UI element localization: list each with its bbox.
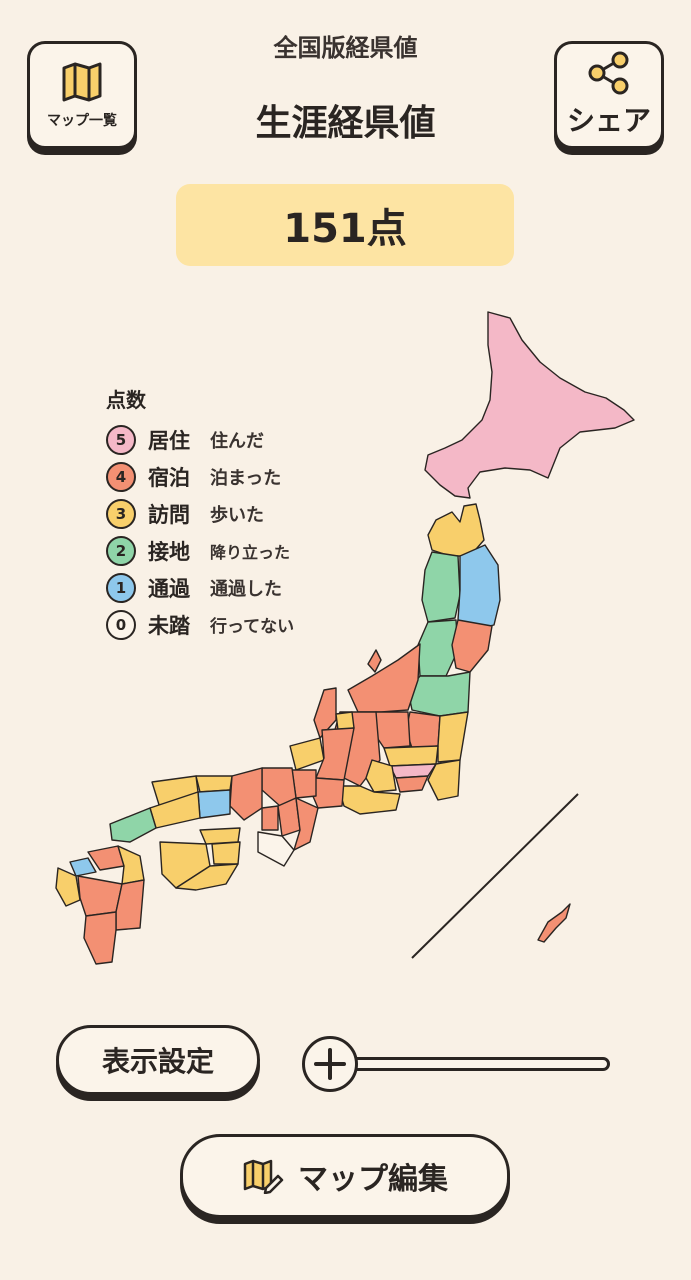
- legend-item: 3 訪問 歩いた: [106, 495, 294, 532]
- pref-akita: [421, 551, 461, 623]
- display-settings-button[interactable]: 表示設定: [56, 1025, 260, 1095]
- legend-badge: 1: [106, 572, 136, 603]
- pref-saga: [69, 857, 97, 877]
- score-legend: 点数 5 居住 住んだ 4 宿泊 泊まった 3 訪問 歩いた 2 接地 降り立っ…: [106, 384, 294, 643]
- legend-badge: 3: [106, 498, 136, 529]
- pref-tokyo: [389, 763, 437, 779]
- pref-saitama: [383, 745, 439, 767]
- pref-kagawa: [199, 827, 241, 845]
- legend-badge: 0: [106, 609, 136, 640]
- legend-name: 接地: [148, 539, 190, 564]
- pref-okinawa: [537, 903, 571, 943]
- pref-niigata-sado: [367, 649, 382, 673]
- pref-hyogo: [229, 767, 263, 821]
- zoom-plus-icon[interactable]: [302, 1036, 358, 1092]
- pref-tochigi: [405, 711, 441, 749]
- legend-desc: 住んだ: [210, 430, 264, 452]
- legend-badge: 4: [106, 461, 136, 492]
- legend-name: 未踏: [148, 613, 190, 638]
- pref-kanagawa: [395, 775, 429, 793]
- okinawa-separator: [411, 793, 579, 959]
- pref-miyagi: [451, 619, 493, 673]
- share-button[interactable]: シェア: [554, 41, 664, 149]
- legend-item: 1 通過 通過した: [106, 569, 294, 606]
- zoom-track[interactable]: [342, 1057, 610, 1071]
- legend-desc: 歩いた: [210, 504, 264, 526]
- legend-title: 点数: [106, 388, 146, 412]
- pref-okayama: [197, 789, 231, 819]
- map-edit-icon: [243, 1159, 284, 1194]
- legend-item: 0 未踏 行ってない: [106, 606, 294, 643]
- legend-name: 宿泊: [148, 465, 190, 490]
- pref-wakayama: [257, 831, 295, 867]
- legend-name: 居住: [148, 428, 190, 453]
- display-settings-label: 表示設定: [101, 1045, 214, 1078]
- legend-badge: 5: [106, 424, 136, 455]
- pref-osaka: [261, 805, 279, 831]
- map-edit-button[interactable]: マップ編集: [180, 1134, 510, 1218]
- map-edit-label: マップ編集: [298, 1162, 448, 1197]
- legend-desc: 行ってない: [210, 617, 295, 637]
- legend-item: 2 接地 降り立った: [106, 532, 294, 569]
- pref-niigata: [347, 643, 421, 713]
- japan-map[interactable]: [0, 290, 691, 990]
- pref-ibaraki: [437, 711, 469, 763]
- pref-aomori: [427, 503, 485, 557]
- legend-item: 5 居住 住んだ: [106, 421, 294, 458]
- legend-name: 通過: [148, 576, 190, 601]
- share-icon: [588, 51, 629, 95]
- pref-kumamoto: [77, 875, 123, 917]
- legend-desc: 通過した: [210, 578, 282, 600]
- legend-badge: 2: [106, 535, 136, 566]
- legend-name: 訪問: [148, 502, 190, 527]
- legend-desc: 降り立った: [210, 542, 291, 562]
- legend-desc: 泊まった: [210, 467, 282, 489]
- pref-iwate: [457, 544, 501, 631]
- pref-tokushima: [211, 841, 241, 865]
- legend-item: 4 宿泊 泊まった: [106, 458, 294, 495]
- pref-aichi: [311, 777, 345, 809]
- pref-hokkaido: [424, 311, 635, 499]
- pref-yamaguchi: [109, 807, 157, 843]
- share-label: シェア: [566, 104, 651, 137]
- pref-toyama: [335, 711, 355, 731]
- zoom-slider[interactable]: [302, 1036, 612, 1092]
- pref-fukui: [289, 737, 325, 771]
- pref-kagoshima: [83, 911, 117, 965]
- plus-icon: [314, 1048, 346, 1080]
- score-display: 151点: [176, 184, 514, 266]
